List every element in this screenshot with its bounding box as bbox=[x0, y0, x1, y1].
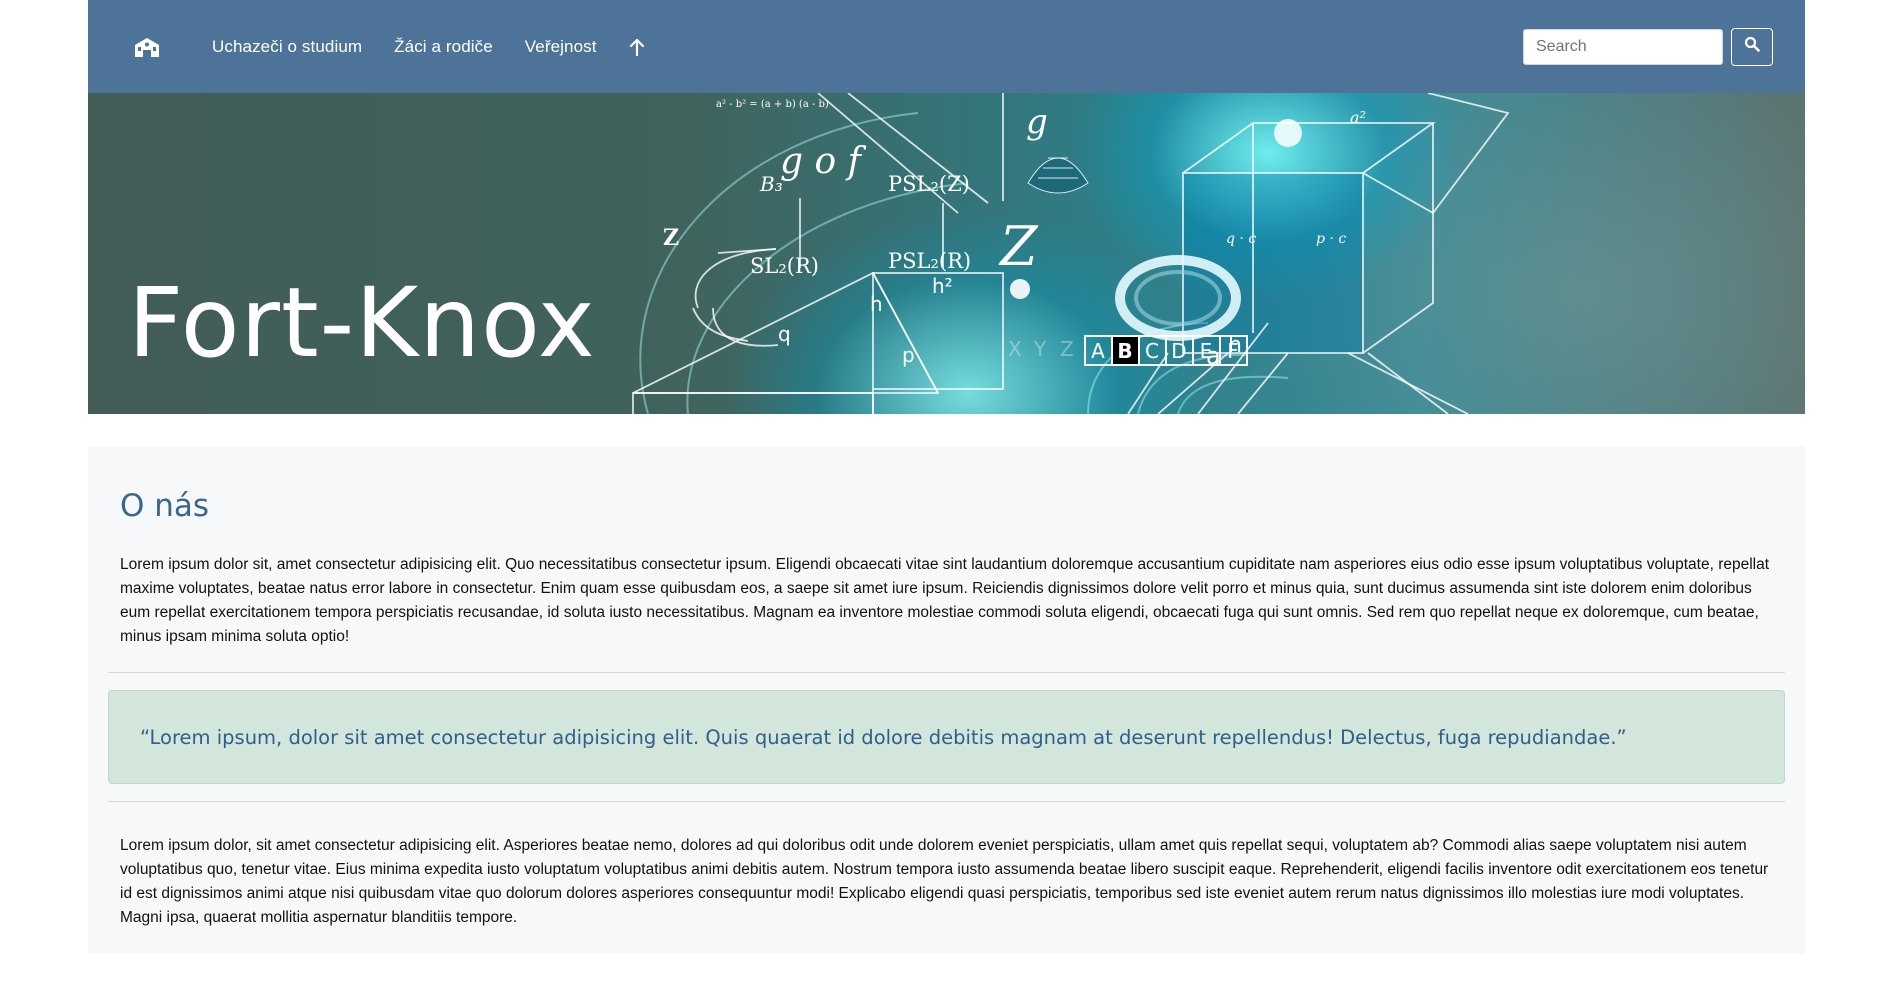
search-form bbox=[1523, 27, 1773, 66]
hero-psl2r: PSL₂(R) bbox=[888, 249, 971, 273]
site-title: Fort-Knox bbox=[128, 267, 596, 380]
nav-links: Uchazeči o studium Žáci a rodiče Veřejno… bbox=[212, 37, 645, 57]
hero-letter-d: D bbox=[1171, 339, 1186, 363]
search-button[interactable] bbox=[1731, 27, 1773, 66]
about-section: O nás Lorem ipsum dolor sit, amet consec… bbox=[88, 446, 1805, 954]
navbar: Uchazeči o studium Žáci a rodiče Veřejno… bbox=[88, 0, 1805, 93]
magnifier-icon bbox=[1744, 36, 1760, 57]
hero-letter-a: A bbox=[1091, 339, 1105, 363]
section-heading: O nás bbox=[120, 488, 210, 524]
nav-link-uchazeci[interactable]: Uchazeči o studium bbox=[212, 37, 362, 57]
nav-link-zaci-a-rodice[interactable]: Žáci a rodiče bbox=[394, 37, 493, 57]
hero-letter-c: C bbox=[1145, 339, 1159, 363]
hero-a2: a² bbox=[1350, 108, 1366, 127]
hero-h-right: h bbox=[1228, 333, 1242, 358]
hero-h: h bbox=[870, 292, 883, 316]
divider bbox=[108, 801, 1785, 802]
hero-banner: X Y Z A B C D E F a² - b² = (a + b) (a -… bbox=[88, 93, 1805, 414]
hero-faded-letter: Y bbox=[1033, 337, 1047, 361]
hero-formula-top: a² - b² = (a + b) (a - b) bbox=[716, 99, 829, 110]
hero-z-big: Z bbox=[998, 215, 1039, 278]
hero-h2: h² bbox=[932, 274, 953, 298]
about-paragraph-2: Lorem ipsum dolor, sit amet consectetur … bbox=[120, 837, 1769, 926]
hero-a: a bbox=[1206, 342, 1221, 370]
hero-q: q bbox=[778, 322, 791, 346]
hero-faded-letter: X bbox=[1008, 337, 1022, 361]
divider bbox=[108, 672, 1785, 673]
hero-b3: B₃ bbox=[759, 172, 783, 196]
hero-gof: g o f bbox=[780, 141, 867, 182]
hero-pc: p · c bbox=[1316, 231, 1346, 247]
school-building-icon[interactable] bbox=[130, 30, 164, 64]
hero-z-left: Z bbox=[663, 225, 679, 251]
hero-sl2r: SL₂(R) bbox=[750, 254, 819, 278]
nav-link-verejnost[interactable]: Veřejnost bbox=[525, 37, 597, 57]
arrow-up-icon[interactable] bbox=[629, 38, 645, 56]
quote-box: “Lorem ipsum, dolor sit amet consectetur… bbox=[108, 690, 1785, 784]
hero-g: g bbox=[1026, 102, 1048, 142]
hero-letter-b: B bbox=[1117, 339, 1132, 363]
search-input[interactable] bbox=[1523, 28, 1723, 65]
hero-faded-letter: Z bbox=[1060, 337, 1074, 361]
hero-p: p bbox=[902, 343, 915, 367]
hero-psl2z: PSL₂(Z) bbox=[888, 172, 970, 196]
about-paragraph-1: Lorem ipsum dolor sit, amet consectetur … bbox=[120, 556, 1770, 645]
hero-qc: q · c bbox=[1226, 231, 1256, 247]
